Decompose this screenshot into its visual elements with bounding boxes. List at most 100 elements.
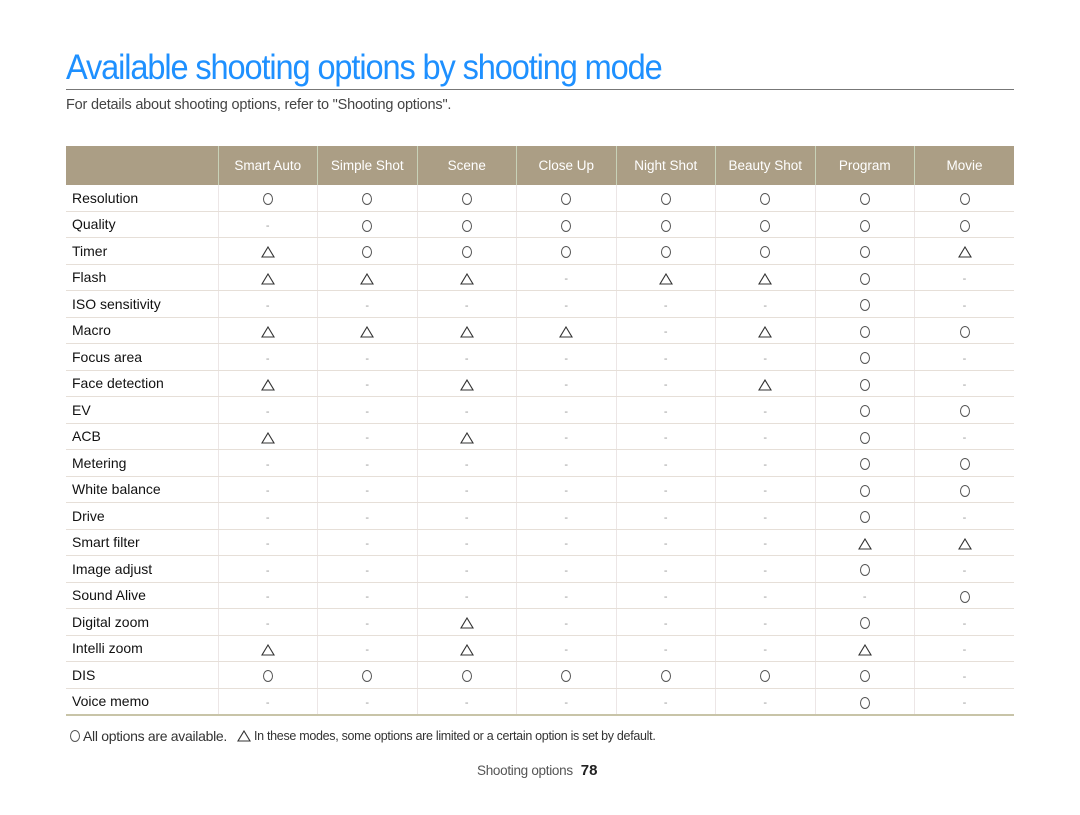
dash-unavailable-mark: - [265,511,270,524]
option-cell: - [715,476,815,503]
option-cell: - [615,688,716,716]
dash-unavailable-mark: - [663,485,668,498]
dash-unavailable-mark: - [962,697,967,710]
option-cell: - [317,582,417,609]
option-cell [615,661,716,689]
table-row: Smart filter - - - - - - [66,529,1014,556]
circle-available-icon [660,670,671,683]
triangle-limited-icon [758,378,773,391]
dash-unavailable-mark: - [663,617,668,630]
table-row: Drive - - - - - - - [66,502,1014,530]
option-cell: - [715,582,815,609]
dash-unavailable-mark: - [464,538,469,551]
option-cell: - [715,396,815,424]
row-label: Intelli zoom [66,635,218,662]
option-cell: - [516,635,616,662]
option-cell [416,635,517,662]
option-cell: - [217,582,318,609]
dash-unavailable-mark: - [564,485,569,498]
row-label: Quality [66,211,218,238]
option-cell: - [914,290,1014,318]
dash-unavailable-mark: - [663,458,668,471]
dash-unavailable-mark: - [663,379,668,392]
option-cell [814,529,915,556]
table-row: White balance - - - - - - [66,476,1014,503]
option-cell: - [217,476,318,503]
row-label: Metering [66,449,218,477]
triangle-limited-icon [459,378,474,391]
option-cell [317,661,417,689]
table-row: Intelli zoom - - - - - [66,635,1014,662]
table-row: Face detection - - - - [66,370,1014,397]
option-cell: - [615,555,716,583]
triangle-limited-icon [360,272,375,285]
option-cell: - [715,423,815,450]
option-cell: - [516,290,616,318]
option-cell [814,502,915,530]
option-cell: - [416,555,517,583]
triangle-limited-icon [658,272,673,285]
dash-unavailable-mark: - [365,405,370,418]
circle-available-icon [561,246,572,259]
circle-available-icon [262,670,273,683]
option-cell [416,317,517,344]
circle-available-icon [859,219,870,232]
dash-unavailable-mark: - [962,564,967,577]
circle-available-icon [660,246,671,259]
circle-available-icon [859,352,870,365]
option-cell [814,211,915,238]
column-header-beauty-shot: Beauty Shot [715,146,815,185]
circle-available-icon [362,670,373,683]
dash-unavailable-mark: - [464,564,469,577]
dash-unavailable-mark: - [564,511,569,524]
option-cell [317,237,417,265]
dash-unavailable-mark: - [365,697,370,710]
option-cell: - [914,502,1014,530]
circle-available-icon [461,219,472,232]
page-title: Available shooting options by shooting m… [66,48,663,87]
dash-unavailable-mark: - [763,644,768,657]
option-cell: - [615,529,716,556]
circle-available-icon [262,193,273,206]
option-cell: - [217,449,318,477]
table-row: Metering - - - - - - [66,449,1014,477]
table-header-row: Smart Auto Simple Shot Scene Close Up Night … [66,146,1014,185]
row-label: Focus area [66,343,218,371]
option-cell: - [217,396,318,424]
triangle-limited-icon [260,378,275,391]
row-label: ISO sensitivity [66,290,218,318]
option-cell [814,449,915,477]
dash-unavailable-mark: - [265,220,270,233]
circle-available-icon [859,511,870,524]
option-cell: - [914,370,1014,397]
dash-unavailable-mark: - [564,432,569,445]
footer-section-name: Shooting options [477,763,573,778]
option-cell [416,661,517,689]
option-cell [814,555,915,583]
option-cell: - [516,476,616,503]
column-header-smart-auto: Smart Auto [217,146,318,185]
option-cell: - [814,582,915,609]
dash-unavailable-mark: - [564,564,569,577]
option-cell: - [615,582,716,609]
option-cell [516,185,616,212]
circle-available-icon [362,193,373,206]
row-label: Image adjust [66,555,218,583]
option-cell [814,185,915,212]
option-cell: - [615,423,716,450]
dash-unavailable-mark: - [365,644,370,657]
option-cell: - [217,343,318,371]
option-cell [715,185,815,212]
row-label: Voice memo [66,688,218,716]
option-cell [814,396,915,424]
circle-available-icon [859,431,870,444]
circle-available-icon [859,378,870,391]
option-cell: - [715,343,815,371]
option-cell [516,317,616,344]
column-header-close-up: Close Up [516,146,616,185]
column-header-simple-shot: Simple Shot [317,146,417,185]
dash-unavailable-mark: - [962,511,967,524]
row-label: Digital zoom [66,608,218,636]
row-label: EV [66,396,218,424]
option-cell [814,688,915,716]
